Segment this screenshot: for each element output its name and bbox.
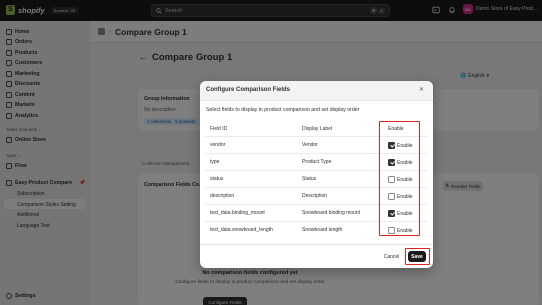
field-id: vendor [210, 142, 226, 148]
cancel-button[interactable]: Cancel [380, 251, 403, 262]
field-id: status [210, 176, 224, 182]
enable-label: Enable [397, 177, 413, 183]
display-label: Snowboard binding mount [302, 210, 361, 216]
display-label: Snowboard length [302, 227, 343, 233]
modal-header: Configure Comparison Fields ✕ [200, 81, 433, 101]
modal-title: Configure Comparison Fields [206, 87, 291, 93]
field-id: description [210, 193, 235, 199]
enable-checkbox[interactable] [388, 142, 395, 149]
field-id: test_data.binding_mount [210, 210, 265, 216]
enable-label: Enable [397, 211, 413, 217]
display-label: Vendor [302, 142, 318, 148]
modal-description: Select fields to display in product comp… [206, 107, 360, 113]
enable-checkbox[interactable] [388, 210, 395, 217]
field-id: test_data.snowboard_length [210, 227, 273, 233]
save-button[interactable]: Save [408, 251, 426, 262]
display-label: Status [302, 176, 317, 182]
header-display-label: Display Label [302, 126, 333, 132]
enable-label: Enable [397, 228, 413, 234]
enable-checkbox[interactable] [388, 176, 395, 183]
enable-label: Enable [397, 194, 413, 200]
enable-checkbox[interactable] [388, 227, 395, 234]
enable-checkbox[interactable] [388, 193, 395, 200]
display-label: Product Type [302, 159, 332, 165]
close-icon[interactable]: ✕ [419, 86, 424, 93]
enable-label: Enable [397, 143, 413, 149]
header-field-id: Field ID [210, 126, 228, 132]
display-label: Description [302, 193, 328, 199]
enable-label: Enable [397, 160, 413, 166]
enable-checkbox[interactable] [388, 159, 395, 166]
field-id: type [210, 159, 220, 165]
